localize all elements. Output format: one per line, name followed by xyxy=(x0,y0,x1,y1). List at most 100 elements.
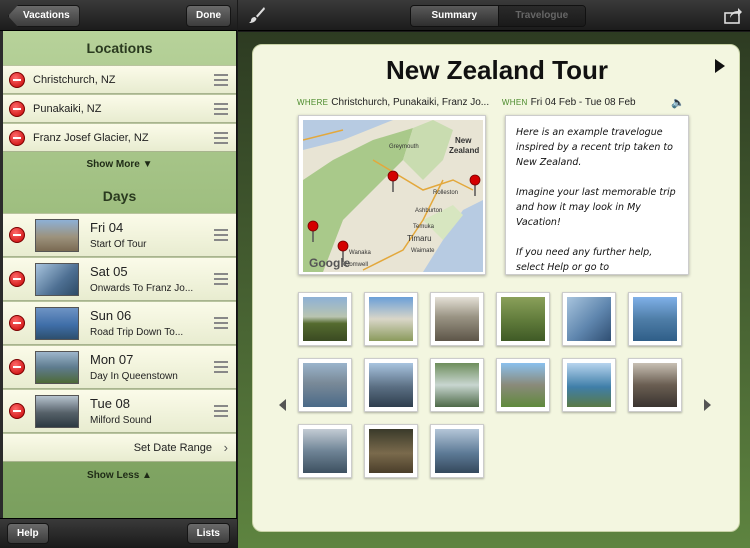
day-thumbnail xyxy=(35,395,79,428)
photo-image xyxy=(303,429,347,473)
show-less-button[interactable]: Show Less ▲ xyxy=(3,462,236,490)
trip-meta: WHERE Christchurch, Punakaiki, Franz Jo..… xyxy=(297,97,636,108)
map-label: Ashburton xyxy=(415,208,443,214)
left-panel: Vacations Done Locations Christchurch, N… xyxy=(0,0,237,548)
photo-image xyxy=(567,363,611,407)
location-row[interactable]: Christchurch, NZ xyxy=(3,65,236,94)
tab-summary[interactable]: Summary xyxy=(411,6,498,26)
photo-thumbnail[interactable] xyxy=(298,424,352,478)
map-label: Wanaka xyxy=(349,250,371,256)
day-date: Fri 04 xyxy=(90,220,124,235)
left-bottom-toolbar: Help Lists xyxy=(0,518,237,548)
photo-thumbnail[interactable] xyxy=(562,358,616,412)
set-date-range-row[interactable]: Set Date Range › xyxy=(3,433,236,462)
photo-image xyxy=(501,297,545,341)
reorder-grip-icon[interactable] xyxy=(214,102,228,115)
reorder-grip-icon[interactable] xyxy=(214,73,228,86)
view-segmented-control[interactable]: Summary Travelogue xyxy=(410,5,586,27)
speaker-icon[interactable]: 🔈 xyxy=(671,96,685,109)
where-value[interactable]: Christchurch, Punakaiki, Franz Jo... xyxy=(331,97,489,108)
note-paragraph: If you need any further help, select Hel… xyxy=(516,247,653,273)
delete-icon[interactable] xyxy=(9,271,25,287)
day-date: Sun 06 xyxy=(90,308,132,323)
done-button[interactable]: Done xyxy=(186,5,231,27)
when-label: WHEN xyxy=(501,98,528,107)
day-date: Mon 07 xyxy=(90,352,134,367)
photo-thumbnail[interactable] xyxy=(364,292,418,346)
location-label: Punakaiki, NZ xyxy=(33,103,102,115)
photo-image xyxy=(303,363,347,407)
location-row[interactable]: Punakaiki, NZ xyxy=(3,94,236,123)
reorder-grip-icon[interactable] xyxy=(214,131,228,144)
paintbrush-icon[interactable] xyxy=(248,6,266,24)
when-value[interactable]: Fri 04 Feb - Tue 08 Feb xyxy=(531,97,636,108)
photo-thumbnail[interactable] xyxy=(298,358,352,412)
day-thumbnail xyxy=(35,307,79,340)
map-pin-icon[interactable] xyxy=(387,170,399,192)
map-label: Timaru xyxy=(407,234,432,243)
photo-thumbnail[interactable] xyxy=(430,358,484,412)
photo-thumbnail[interactable] xyxy=(298,292,352,346)
day-row[interactable]: Sat 05 Onwards To Franz Jo... xyxy=(3,257,236,301)
help-button[interactable]: Help xyxy=(7,523,49,544)
previous-photos-icon[interactable] xyxy=(279,399,286,411)
reorder-grip-icon[interactable] xyxy=(214,361,228,373)
lists-button[interactable]: Lists xyxy=(186,523,230,544)
vacations-back-button[interactable]: Vacations xyxy=(8,5,80,27)
delete-icon[interactable] xyxy=(9,227,25,243)
photo-thumbnail[interactable] xyxy=(496,358,550,412)
day-row[interactable]: Sun 06 Road Trip Down To... xyxy=(3,301,236,345)
day-thumbnail xyxy=(35,351,79,384)
photo-thumbnail[interactable] xyxy=(562,292,616,346)
photo-image xyxy=(501,363,545,407)
reorder-grip-icon[interactable] xyxy=(214,317,228,329)
map-frame[interactable]: Greymouth New Zealand Rolleston Ashburto… xyxy=(298,115,486,275)
next-photos-icon[interactable] xyxy=(704,399,711,411)
photo-thumbnail[interactable] xyxy=(496,292,550,346)
main-toolbar: Summary Travelogue xyxy=(238,0,750,31)
photo-thumbnail[interactable] xyxy=(430,424,484,478)
tab-travelogue[interactable]: Travelogue xyxy=(497,6,585,26)
day-date: Sat 05 xyxy=(90,264,128,279)
map-pin-icon[interactable] xyxy=(307,220,319,242)
delete-icon[interactable] xyxy=(9,100,25,117)
map[interactable]: Greymouth New Zealand Rolleston Ashburto… xyxy=(303,120,483,272)
day-row[interactable]: Fri 04 Start Of Tour xyxy=(3,213,236,257)
location-row[interactable]: Franz Josef Glacier, NZ xyxy=(3,123,236,152)
day-description: Start Of Tour xyxy=(90,239,147,250)
delete-icon[interactable] xyxy=(9,359,25,375)
share-icon[interactable] xyxy=(724,6,742,24)
photo-thumbnail[interactable] xyxy=(628,358,682,412)
photo-thumbnail[interactable] xyxy=(364,424,418,478)
edit-list[interactable]: Locations Christchurch, NZ Punakaiki, NZ… xyxy=(3,31,236,518)
map-pin-icon[interactable] xyxy=(469,174,481,196)
day-row[interactable]: Tue 08 Milford Sound xyxy=(3,389,236,433)
reorder-grip-icon[interactable] xyxy=(214,405,228,417)
delete-icon[interactable] xyxy=(9,315,25,331)
day-description: Onwards To Franz Jo... xyxy=(90,283,194,294)
photo-image xyxy=(369,429,413,473)
photo-image xyxy=(435,363,479,407)
travelogue-note[interactable]: Here is an example travelogue inspired b… xyxy=(505,115,689,275)
delete-icon[interactable] xyxy=(9,129,25,146)
chevron-right-icon: › xyxy=(223,440,228,455)
day-description: Day In Queenstown xyxy=(90,371,178,382)
map-label: Zealand xyxy=(449,146,480,155)
reorder-grip-icon[interactable] xyxy=(214,229,228,241)
day-description: Milford Sound xyxy=(90,415,152,426)
locations-header: Locations xyxy=(86,40,153,56)
photo-image xyxy=(369,297,413,341)
photo-thumbnail[interactable] xyxy=(364,358,418,412)
map-label: Rolleston xyxy=(433,190,459,196)
reorder-grip-icon[interactable] xyxy=(214,273,228,285)
delete-icon[interactable] xyxy=(9,71,25,88)
delete-icon[interactable] xyxy=(9,403,25,419)
photo-thumbnail[interactable] xyxy=(430,292,484,346)
day-date: Tue 08 xyxy=(90,396,130,411)
map-label: Waimate xyxy=(411,248,435,254)
day-row[interactable]: Mon 07 Day In Queenstown xyxy=(3,345,236,389)
note-paragraph: Imagine your last memorable trip and how… xyxy=(516,187,676,228)
play-icon[interactable] xyxy=(715,59,725,73)
photo-thumbnail[interactable] xyxy=(628,292,682,346)
trip-title[interactable]: New Zealand Tour xyxy=(253,55,741,86)
